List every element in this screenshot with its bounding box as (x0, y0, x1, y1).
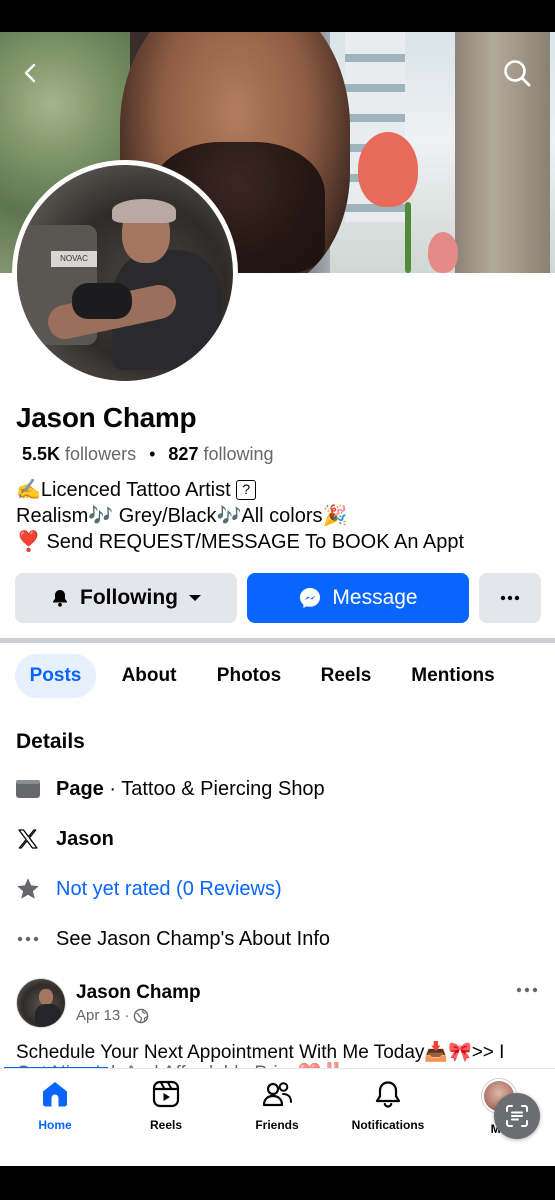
following-link[interactable]: 827 following (168, 444, 273, 464)
tab-mentions[interactable]: Mentions (400, 654, 506, 698)
section-divider (0, 638, 555, 643)
detail-about-link[interactable]: See Jason Champ's About Info (0, 921, 555, 957)
scan-text-button[interactable] (494, 1093, 540, 1139)
home-icon (43, 1082, 67, 1107)
profile-name: Jason Champ (16, 402, 197, 433)
tab-reels[interactable]: Reels (310, 654, 382, 698)
nav-friends[interactable]: Friends (222, 1079, 332, 1132)
star-icon (0, 876, 56, 902)
post-author-avatar[interactable] (16, 978, 66, 1028)
tab-about[interactable]: About (110, 654, 188, 698)
post-author-name[interactable]: Jason Champ (76, 982, 201, 1004)
details-title: Details (16, 730, 85, 753)
profile-bio: ✍️Licenced Tattoo Artist ? Realism🎶 Grey… (16, 479, 465, 553)
post-meta: Apr 13 · (76, 1007, 149, 1024)
text-scan-icon (506, 1105, 528, 1127)
nav-notifications[interactable]: Notifications (333, 1079, 443, 1132)
nav-reels[interactable]: Reels (111, 1079, 221, 1132)
page-flag-icon (0, 778, 56, 800)
search-icon (504, 60, 531, 87)
profile-tabs: Posts About Photos Reels Mentions (0, 654, 555, 700)
bottom-bezel (0, 1166, 555, 1200)
back-button[interactable] (10, 52, 52, 94)
more-dots-icon (0, 936, 56, 942)
message-button[interactable]: Message (247, 573, 469, 623)
unknown-glyph-icon: ? (236, 480, 257, 500)
messenger-icon (298, 586, 322, 610)
detail-x-account[interactable]: Jason (0, 821, 555, 857)
more-options-button[interactable] (479, 573, 541, 623)
search-button[interactable] (496, 52, 538, 94)
bell-icon (375, 1081, 401, 1108)
detail-page-category: Page · Tattoo & Piercing Shop (0, 771, 555, 807)
more-dots-icon (500, 595, 520, 601)
profile-screen: NOVAC Jason Champ 5.5K followers • 827 f… (0, 32, 555, 1166)
x-logo-icon (0, 828, 56, 850)
bottom-navigation: Home Reels Friends Notifications (0, 1068, 555, 1166)
follow-stats: 5.5K followers • 827 following (22, 444, 274, 464)
nav-home[interactable]: Home (0, 1079, 110, 1132)
detail-rating[interactable]: Not yet rated (0 Reviews) (0, 871, 555, 907)
post-options-button[interactable] (513, 980, 541, 1000)
caret-down-icon (188, 593, 202, 603)
profile-picture[interactable]: NOVAC (12, 160, 238, 386)
followers-link[interactable]: 5.5K followers (22, 444, 136, 464)
more-dots-icon (516, 987, 538, 993)
friends-icon (262, 1082, 292, 1107)
tab-photos[interactable]: Photos (205, 654, 293, 698)
following-button[interactable]: Following (15, 573, 237, 623)
bell-icon (50, 588, 70, 608)
tab-posts[interactable]: Posts (15, 654, 96, 698)
back-arrow-icon (24, 63, 36, 83)
globe-icon (134, 1008, 149, 1023)
reels-icon (152, 1080, 180, 1108)
